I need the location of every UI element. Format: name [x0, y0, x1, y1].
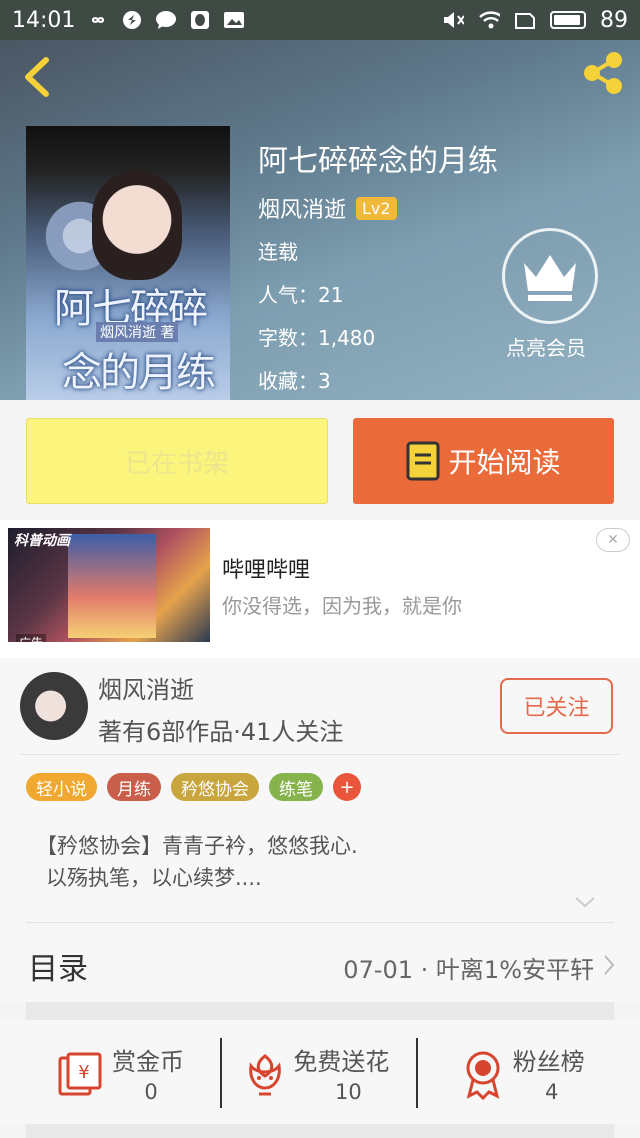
cover-title-line2: 念的月练 — [62, 350, 216, 396]
book-description[interactable]: 【矜悠协会】青青子衿，悠悠我心. 以殇执笔，以心续梦.... — [36, 830, 596, 894]
popularity: 人气：21 — [258, 283, 344, 307]
tag-list: 轻小说 月练 矜悠协会 练笔 + — [26, 773, 361, 801]
red-envelope-icon: ¥ — [54, 1048, 106, 1100]
vip-button[interactable] — [502, 228, 598, 324]
author-name[interactable]: 烟风消逝 — [98, 670, 194, 705]
wifi-icon — [478, 9, 500, 31]
in-shelf-button[interactable]: 已在书架 — [26, 418, 328, 504]
expand-button[interactable] — [574, 894, 596, 910]
add-tag-button[interactable]: + — [333, 773, 361, 801]
book-cover[interactable]: 阿七碎碎 烟风消逝 著 念的月练 — [26, 126, 230, 400]
word-count: 字数：1,480 — [258, 326, 376, 350]
share-button[interactable] — [578, 48, 628, 98]
qq-icon — [189, 9, 211, 31]
reward-coins-value: 0 — [144, 1080, 158, 1104]
author-section: 烟风消逝 著有6部作品·41人关注 已关注 轻小说 月练 矜悠协会 练笔 + 【… — [0, 658, 640, 928]
tag-monthly[interactable]: 月练 — [107, 773, 161, 801]
chevron-left-icon — [25, 57, 49, 97]
fan-ranking-label: 粉丝榜 — [512, 1048, 585, 1076]
book-author[interactable]: 烟风消逝 — [258, 192, 346, 224]
latest-chapter: 07-01 · 叶离1%安平轩 — [343, 956, 594, 984]
description-line1: 【矜悠协会】青青子衿，悠悠我心. — [36, 834, 358, 858]
catalog-row[interactable]: 目录 07-01 · 叶离1%安平轩 — [0, 928, 640, 1002]
level-badge: Lv2 — [356, 196, 397, 220]
send-flower-button[interactable]: 免费送花 10 — [213, 1020, 426, 1124]
battery-icon — [550, 11, 586, 29]
favorites-count: 收藏：3 — [258, 369, 331, 393]
serial-status: 连载 — [258, 240, 298, 264]
fan-ranking-value: 4 — [544, 1080, 559, 1104]
tag-practice[interactable]: 练笔 — [269, 773, 323, 801]
start-reading-label: 开始阅读 — [448, 446, 561, 479]
catalog-label: 目录 — [28, 952, 88, 987]
rewards-bar: ¥ 赏金币 0 免费送花 10 粉丝榜 4 — [0, 1020, 640, 1124]
vip-label[interactable]: 点亮会员 — [506, 332, 586, 361]
infinity-icon — [87, 9, 109, 31]
send-flower-label: 免费送花 — [293, 1048, 390, 1076]
section-separator — [26, 1002, 614, 1020]
chevron-down-icon — [575, 897, 595, 908]
mute-icon — [442, 9, 464, 31]
chevron-right-icon — [602, 954, 616, 976]
image-icon — [223, 9, 245, 31]
ad-banner[interactable]: 科普动画 广告 哔哩哔哩 你没得选，因为我，就是你 ✕ — [0, 520, 640, 658]
book-title: 阿七碎碎念的月练 — [258, 144, 498, 179]
back-button[interactable] — [18, 54, 58, 100]
ad-description: 你没得选，因为我，就是你 — [222, 594, 462, 618]
sim-icon — [514, 9, 536, 31]
ad-close-button[interactable]: ✕ — [596, 528, 630, 552]
divider — [416, 1038, 418, 1108]
book-header: 阿七碎碎 烟风消逝 著 念的月练 阿七碎碎念的月练 烟风消逝 Lv2 连载 人气… — [0, 40, 640, 400]
fan-ranking-button[interactable]: 粉丝榜 4 — [427, 1020, 640, 1124]
ad-image[interactable]: 科普动画 广告 — [8, 528, 210, 642]
ad-title[interactable]: 哔哩哔哩 — [222, 552, 310, 584]
book-icon — [406, 441, 440, 481]
tag-light-novel[interactable]: 轻小说 — [26, 773, 97, 801]
browser-icon — [121, 9, 143, 31]
description-line2: 以殇执笔，以心续梦.... — [46, 866, 262, 890]
ad-tag: 广告 — [16, 634, 47, 642]
divider — [26, 922, 614, 923]
flower-icon — [239, 1048, 291, 1100]
status-bar: 14:01 89 — [0, 0, 640, 40]
battery-level: 89 — [600, 7, 628, 33]
cover-figure — [92, 170, 182, 280]
divider — [20, 754, 620, 755]
svg-text:¥: ¥ — [78, 1062, 89, 1083]
message-icon — [155, 9, 177, 31]
follow-button[interactable]: 已关注 — [500, 678, 613, 734]
ad-poster — [68, 534, 156, 638]
action-bar: 已在书架 开始阅读 — [0, 400, 640, 520]
ad-brand: 科普动画 — [14, 533, 70, 549]
cover-author: 烟风消逝 著 — [96, 322, 179, 342]
author-row[interactable]: 烟风消逝 Lv2 — [258, 192, 397, 224]
send-flower-value: 10 — [334, 1080, 362, 1104]
medal-icon — [457, 1048, 509, 1101]
author-stats: 著有6部作品·41人关注 — [98, 718, 344, 746]
tag-association[interactable]: 矜悠协会 — [171, 773, 259, 801]
start-reading-button[interactable]: 开始阅读 — [353, 418, 614, 504]
section-separator — [26, 1124, 614, 1138]
crown-icon — [524, 255, 576, 301]
avatar[interactable] — [20, 672, 88, 740]
reward-coins-button[interactable]: ¥ 赏金币 0 — [0, 1020, 213, 1124]
status-time: 14:01 — [12, 7, 76, 33]
reward-coins-label: 赏金币 — [112, 1048, 184, 1076]
share-icon — [584, 52, 622, 94]
